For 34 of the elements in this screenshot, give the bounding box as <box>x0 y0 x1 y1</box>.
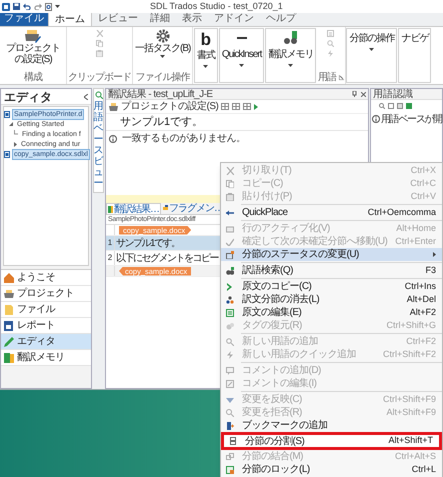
pane-title: 用語認識 <box>371 89 442 100</box>
row-number: 1 <box>106 236 115 250</box>
bold-glyph: b <box>200 31 212 48</box>
group-label: 構成 <box>24 72 42 83</box>
message-text: 用語ベースが開 <box>381 112 442 126</box>
shortcut-text: Ctrl+Ins <box>404 280 437 293</box>
shortcut-text: Ctrl+Alt+S <box>394 450 437 463</box>
shortcut-text: Ctrl+Enter <box>394 234 437 248</box>
shortcut-text: Alt+F2 <box>408 306 437 319</box>
segment-text: サンプル1です。 <box>115 236 180 250</box>
row-number: 2 <box>106 251 115 265</box>
panel-title: エディタ <box>4 88 52 106</box>
group-label: 用語 <box>318 72 336 83</box>
shortcut-text: Ctrl+V <box>410 190 437 203</box>
shortcut-text: Alt+Shift+T <box>387 434 434 448</box>
group-label: クリップボード <box>68 72 131 83</box>
shortcut-text: Ctrl+Oemcomma <box>366 206 437 219</box>
pane-title: 翻訳結果 - test_upLift_J-E <box>108 88 213 100</box>
shortcut-text: Ctrl+L <box>410 462 437 476</box>
shortcut-text: Ctrl+X <box>410 164 437 177</box>
shortcut-text: Alt+Home <box>395 222 437 235</box>
shortcut-text: Alt+Shift+F9 <box>385 406 437 419</box>
shortcut-text: Alt+Del <box>406 292 437 306</box>
shortcut-text: Ctrl+Shift+G <box>385 318 437 332</box>
message-text: 一致するものがありません。 <box>122 132 246 146</box>
shortcut-text: Ctrl+Shift+F9 <box>382 392 437 406</box>
source-text: サンプル1です。 <box>106 114 368 131</box>
group-label: ファイル操作 <box>136 72 190 83</box>
shortcut-text: Ctrl+C <box>409 176 437 190</box>
segment-text: 以下にセグメントをコピー <box>115 252 218 266</box>
shortcut-text: Ctrl+Shift+F2 <box>382 348 437 361</box>
shortcut-text: F3 <box>424 264 437 277</box>
shortcut-text: Ctrl+F2 <box>405 334 437 348</box>
window-title: SDL Trados Studio - test_0720_1 <box>150 0 283 13</box>
